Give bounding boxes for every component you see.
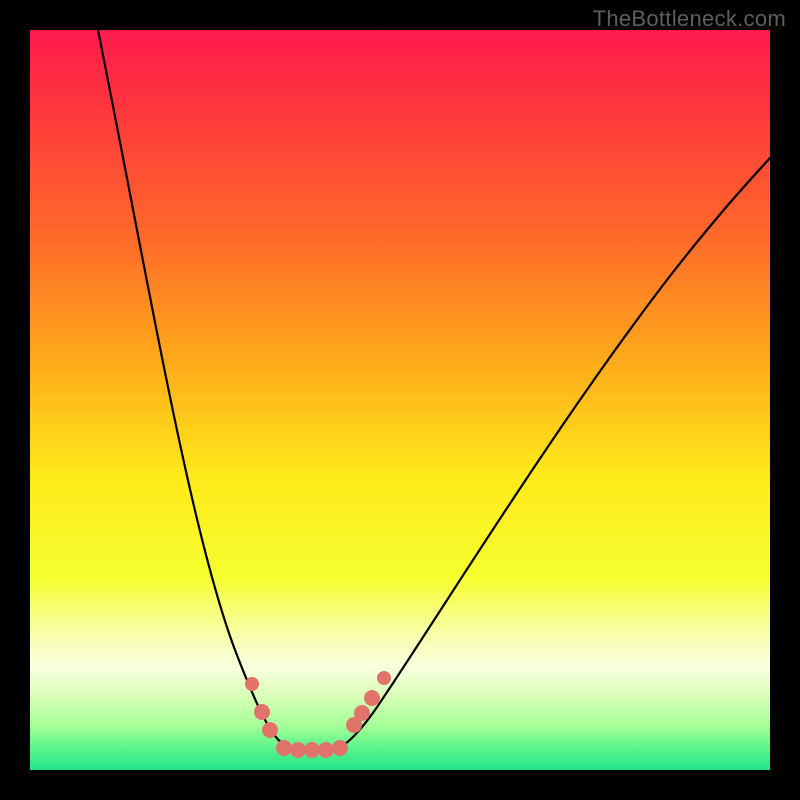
marker-bottom-3 (318, 742, 334, 758)
gradient-background (30, 30, 770, 770)
marker-left-1 (254, 704, 270, 720)
marker-right-1 (354, 705, 370, 721)
plot-area (30, 30, 770, 770)
marker-left-0 (245, 677, 259, 691)
marker-left-2 (262, 722, 278, 738)
marker-bottom-0 (276, 740, 292, 756)
chart-frame: TheBottleneck.com (0, 0, 800, 800)
marker-right-3 (377, 671, 391, 685)
marker-right-2 (364, 690, 380, 706)
marker-bottom-1 (290, 742, 306, 758)
plot-svg (30, 30, 770, 770)
marker-bottom-4 (332, 740, 348, 756)
marker-bottom-2 (304, 742, 320, 758)
watermark-text: TheBottleneck.com (593, 6, 786, 32)
